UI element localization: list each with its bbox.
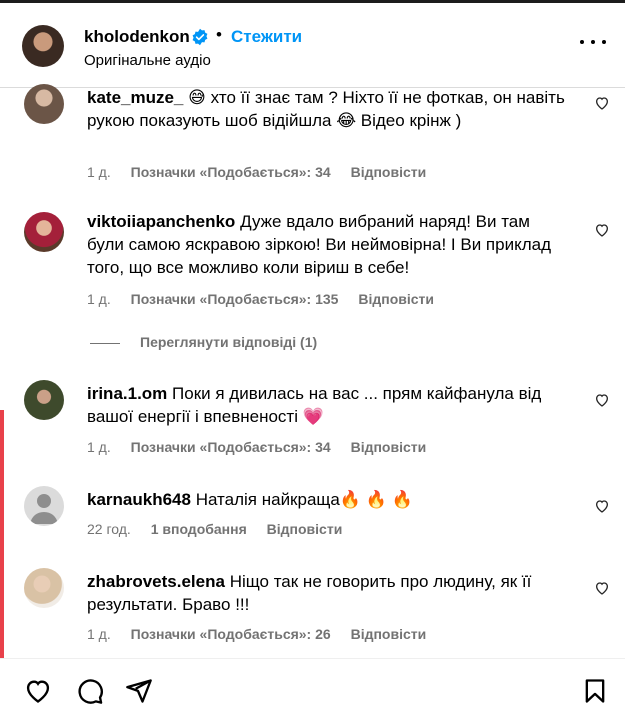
comment-time: 1 д. bbox=[87, 626, 111, 642]
like-heart-icon[interactable] bbox=[594, 392, 610, 408]
more-options-icon[interactable] bbox=[580, 37, 606, 47]
comment-meta: 1 д. Позначки «Подобається»: 26 Відповіс… bbox=[87, 626, 442, 642]
comment-username[interactable]: karnaukh648 bbox=[87, 490, 191, 509]
original-audio-link[interactable]: Оригінальне аудіо bbox=[84, 52, 211, 69]
author-username[interactable]: kholodenkon bbox=[84, 27, 190, 47]
comment-body: irina.1.om Поки я дивилась на вас ... пр… bbox=[87, 382, 567, 428]
default-user-icon bbox=[30, 494, 58, 524]
comment-likes[interactable]: Позначки «Подобається»: 34 bbox=[131, 164, 331, 180]
comment-likes[interactable]: 1 вподобання bbox=[151, 521, 247, 537]
comment-meta: 1 д. Позначки «Подобається»: 135 Відпові… bbox=[87, 291, 450, 307]
comment-username[interactable]: kate_muze_ bbox=[87, 88, 183, 107]
header-separator: • bbox=[216, 25, 222, 44]
comment-body: zhabrovets.elena Ніщо так не говорить пр… bbox=[87, 570, 567, 616]
comment-bubble-icon[interactable] bbox=[76, 677, 104, 705]
commenter-avatar[interactable] bbox=[24, 568, 64, 608]
like-heart-icon[interactable] bbox=[594, 95, 610, 111]
post-action-bar bbox=[0, 658, 625, 718]
reply-button[interactable]: Відповісти bbox=[267, 521, 343, 537]
like-heart-icon[interactable] bbox=[594, 222, 610, 238]
comment-meta: 22 год. 1 вподобання Відповісти bbox=[87, 521, 358, 537]
comment-username[interactable]: viktoiiapanchenko bbox=[87, 212, 235, 231]
reply-button[interactable]: Відповісти bbox=[351, 626, 427, 642]
comment-body: karnaukh648 Наталія найкраща🔥 🔥 🔥 bbox=[87, 488, 567, 511]
view-replies-button[interactable]: Переглянути відповіді (1) bbox=[90, 334, 317, 350]
comment-text: Наталія найкраща🔥 🔥 🔥 bbox=[195, 490, 413, 509]
bookmark-save-icon[interactable] bbox=[581, 677, 609, 705]
post-header: kholodenkon • Стежити Оригінальне аудіо bbox=[0, 3, 625, 88]
comment-meta: 1 д. Позначки «Подобається»: 34 Відповіс… bbox=[87, 439, 442, 455]
follow-button[interactable]: Стежити bbox=[231, 27, 302, 47]
comment-body: kate_muze_ 😅 хто її знає там ? Ніхто її … bbox=[87, 86, 567, 132]
commenter-avatar[interactable] bbox=[24, 84, 64, 124]
commenter-avatar[interactable] bbox=[24, 486, 64, 526]
like-heart-icon[interactable] bbox=[594, 580, 610, 596]
comment-time: 22 год. bbox=[87, 521, 131, 537]
comment-likes[interactable]: Позначки «Подобається»: 135 bbox=[131, 291, 339, 307]
comment-likes[interactable]: Позначки «Подобається»: 26 bbox=[131, 626, 331, 642]
comment-username[interactable]: irina.1.om bbox=[87, 384, 167, 403]
share-send-icon[interactable] bbox=[125, 677, 153, 705]
comment-meta: 1 д. Позначки «Подобається»: 34 Відповіс… bbox=[87, 164, 442, 180]
comment-time: 1 д. bbox=[87, 439, 111, 455]
like-post-heart-icon[interactable] bbox=[24, 677, 52, 705]
author-avatar[interactable] bbox=[22, 25, 64, 67]
commenter-avatar[interactable] bbox=[24, 212, 64, 252]
comment-time: 1 д. bbox=[87, 291, 111, 307]
comment-username[interactable]: zhabrovets.elena bbox=[87, 572, 225, 591]
commenter-avatar[interactable] bbox=[24, 380, 64, 420]
comment-likes[interactable]: Позначки «Подобається»: 34 bbox=[131, 439, 331, 455]
reply-button[interactable]: Відповісти bbox=[351, 164, 427, 180]
verified-badge-icon bbox=[192, 28, 208, 46]
reply-button[interactable]: Відповісти bbox=[351, 439, 427, 455]
view-replies-label: Переглянути відповіді (1) bbox=[140, 334, 318, 350]
comment-body: viktoiiapanchenko Дуже вдало вибраний на… bbox=[87, 210, 567, 279]
replies-divider-line bbox=[90, 342, 120, 344]
comment-time: 1 д. bbox=[87, 164, 111, 180]
reply-button[interactable]: Відповісти bbox=[358, 291, 434, 307]
like-heart-icon[interactable] bbox=[594, 498, 610, 514]
